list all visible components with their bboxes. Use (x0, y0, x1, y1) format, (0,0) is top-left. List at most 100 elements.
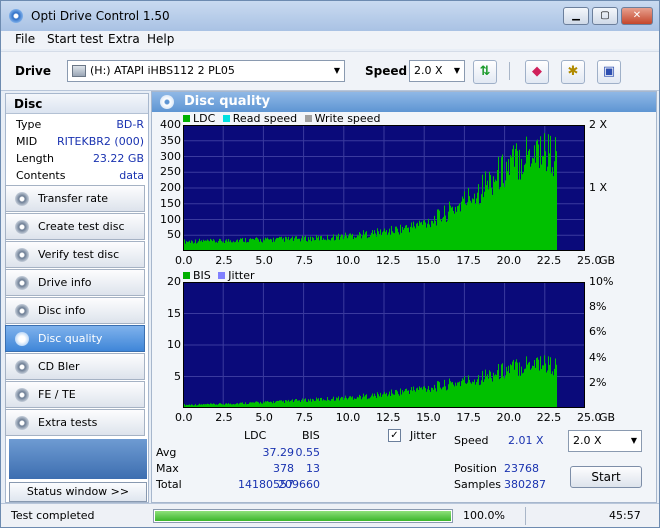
toolbar: Drive (H:) ATAPI iHBS112 2 PL05 ▼ Speed … (1, 51, 659, 91)
speed-readout-value: 2.01 X (508, 434, 544, 447)
nav-label: Disc quality (38, 332, 103, 345)
bis-x-tick-label: 22.5 (536, 411, 562, 424)
ldc-y-tick-label: 400 (160, 118, 181, 131)
menu-help[interactable]: Help (147, 32, 174, 46)
nav-verify-test-disc[interactable]: Verify test disc (5, 241, 145, 268)
jitter-swatch (218, 272, 226, 279)
nav-label: CD Bler (38, 360, 80, 373)
stats-total-label: Total (156, 478, 182, 491)
drive-select[interactable]: (H:) ATAPI iHBS112 2 PL05 ▼ (67, 60, 345, 82)
maximize-button[interactable]: ▢ (592, 7, 618, 25)
bis-y-tick-label: 5 (174, 369, 181, 383)
refresh-button[interactable]: ⇅ (473, 60, 497, 84)
ldc-x-tick-label: 2.5 (215, 254, 233, 267)
nav-drive-info[interactable]: Drive info (5, 269, 145, 296)
menu-file[interactable]: File (15, 32, 35, 46)
check-icon: ✓ (390, 430, 399, 441)
bis-y2-tick-label: 10% (589, 275, 614, 288)
nav-create-test-disc[interactable]: Create test disc (5, 213, 145, 240)
disc-type-value: BD-R (116, 118, 144, 131)
disc-icon (15, 276, 29, 290)
chevron-down-icon: ▼ (453, 66, 460, 75)
ldc-y2-tick-label: 2 X (589, 118, 608, 131)
stats-max-bis: 13 (306, 462, 320, 475)
ldc-y-tick-label: 100 (160, 212, 181, 226)
disc-icon (15, 332, 29, 346)
close-icon: ✕ (632, 10, 642, 21)
nav-fe-te[interactable]: FE / TE (5, 381, 145, 408)
chart2-legend: BIS Jitter (183, 269, 255, 282)
ldc-y-tick-label: 350 (160, 133, 181, 147)
nav-label: Verify test disc (38, 248, 120, 261)
save-button[interactable]: ▣ (597, 60, 621, 84)
sidebar-filler (9, 439, 147, 479)
disc-icon (15, 416, 29, 430)
progress-percent: 100.0% (463, 509, 505, 522)
start-button[interactable]: Start (570, 466, 642, 488)
erase-button[interactable]: ◆ (525, 60, 549, 84)
legend-write-speed: Write speed (314, 112, 381, 125)
ldc-y-tick-label: 150 (160, 196, 181, 210)
speed-select[interactable]: 2.0 X ▼ (409, 60, 465, 82)
ldc-x-unit-label: GB (599, 254, 616, 267)
menu-start-test[interactable]: Start test (47, 32, 103, 46)
ldc-x-tick-label: 15.0 (416, 254, 441, 267)
nav-disc-info[interactable]: Disc info (5, 297, 145, 324)
bis-x-tick-label: 0.0 (175, 411, 193, 424)
progress-fill (155, 511, 451, 521)
ldc-x-tick-label: 10.0 (335, 254, 361, 267)
close-button[interactable]: ✕ (621, 7, 653, 25)
speed-label: Speed (365, 64, 408, 78)
bis-swatch (183, 272, 190, 279)
status-window-button[interactable]: Status window >> (9, 482, 147, 502)
ldc-y-tick-label: 300 (160, 149, 181, 163)
nav-label: Transfer rate (38, 192, 109, 205)
legend-bis: BIS (193, 269, 211, 282)
minimize-button[interactable]: ▁ (563, 7, 589, 25)
title-bar: Opti Drive Control 1.50 ▁ ▢ ✕ (1, 1, 659, 31)
menu-extra[interactable]: Extra (108, 32, 140, 46)
nav-extra-tests[interactable]: Extra tests (5, 409, 145, 436)
settings-icon: ✱ (567, 64, 579, 79)
legend-jitter: Jitter (228, 269, 255, 282)
disc-mid-value: RITEKBR2 (000) (56, 135, 144, 148)
bis-y2-tick-label: 6% (589, 325, 607, 339)
bis-x-tick-label: 12.5 (376, 411, 401, 424)
disc-mid-key: MID (16, 135, 38, 148)
nav-cd-bler[interactable]: CD Bler (5, 353, 145, 380)
settings-button[interactable]: ✱ (561, 60, 585, 84)
read-speed-swatch (222, 115, 230, 122)
ldc-x-tick-label: 12.5 (376, 254, 401, 267)
drive-select-value: (H:) ATAPI iHBS112 2 PL05 (90, 64, 235, 77)
ldc-x-tick-label: 5.0 (255, 254, 273, 267)
bis-y2-tick-label: 8% (589, 300, 607, 314)
legend-ldc: LDC (193, 112, 216, 125)
menu-bar: File Start test Extra Help (1, 31, 659, 49)
nav-transfer-rate[interactable]: Transfer rate (5, 185, 145, 212)
minimize-icon: ▁ (572, 10, 580, 21)
bis-x-tick-label: 2.5 (215, 411, 233, 424)
jitter-checkbox[interactable]: ✓ (388, 429, 401, 442)
disc-icon (15, 360, 29, 374)
speed-select-value: 2.0 X (414, 64, 443, 77)
disc-icon (15, 304, 29, 318)
chevron-down-icon: ▼ (333, 66, 340, 75)
stats-max-label: Max (156, 462, 179, 475)
ldc-x-tick-label: 0.0 (175, 254, 193, 267)
status-text: Test completed (11, 509, 95, 522)
stats-avg-label: Avg (156, 446, 177, 459)
test-progress-bar (153, 509, 453, 523)
bis-x-tick-label: 5.0 (255, 411, 273, 424)
disc-icon (15, 220, 29, 234)
disc-icon (15, 192, 29, 206)
disc-length-key: Length (16, 152, 54, 165)
jitter-label: Jitter (410, 429, 437, 442)
position-value: 23768 (504, 462, 539, 475)
ldc-x-tick-label: 7.5 (295, 254, 314, 267)
test-speed-select[interactable]: 2.0 X ▼ (568, 430, 642, 452)
status-separator (525, 507, 526, 525)
nav-label: Extra tests (38, 416, 98, 429)
ldc-x-tick-label: 25.0 (577, 254, 602, 267)
nav-disc-quality[interactable]: Disc quality (5, 325, 145, 352)
ldc-x-tick-label: 17.5 (456, 254, 481, 267)
